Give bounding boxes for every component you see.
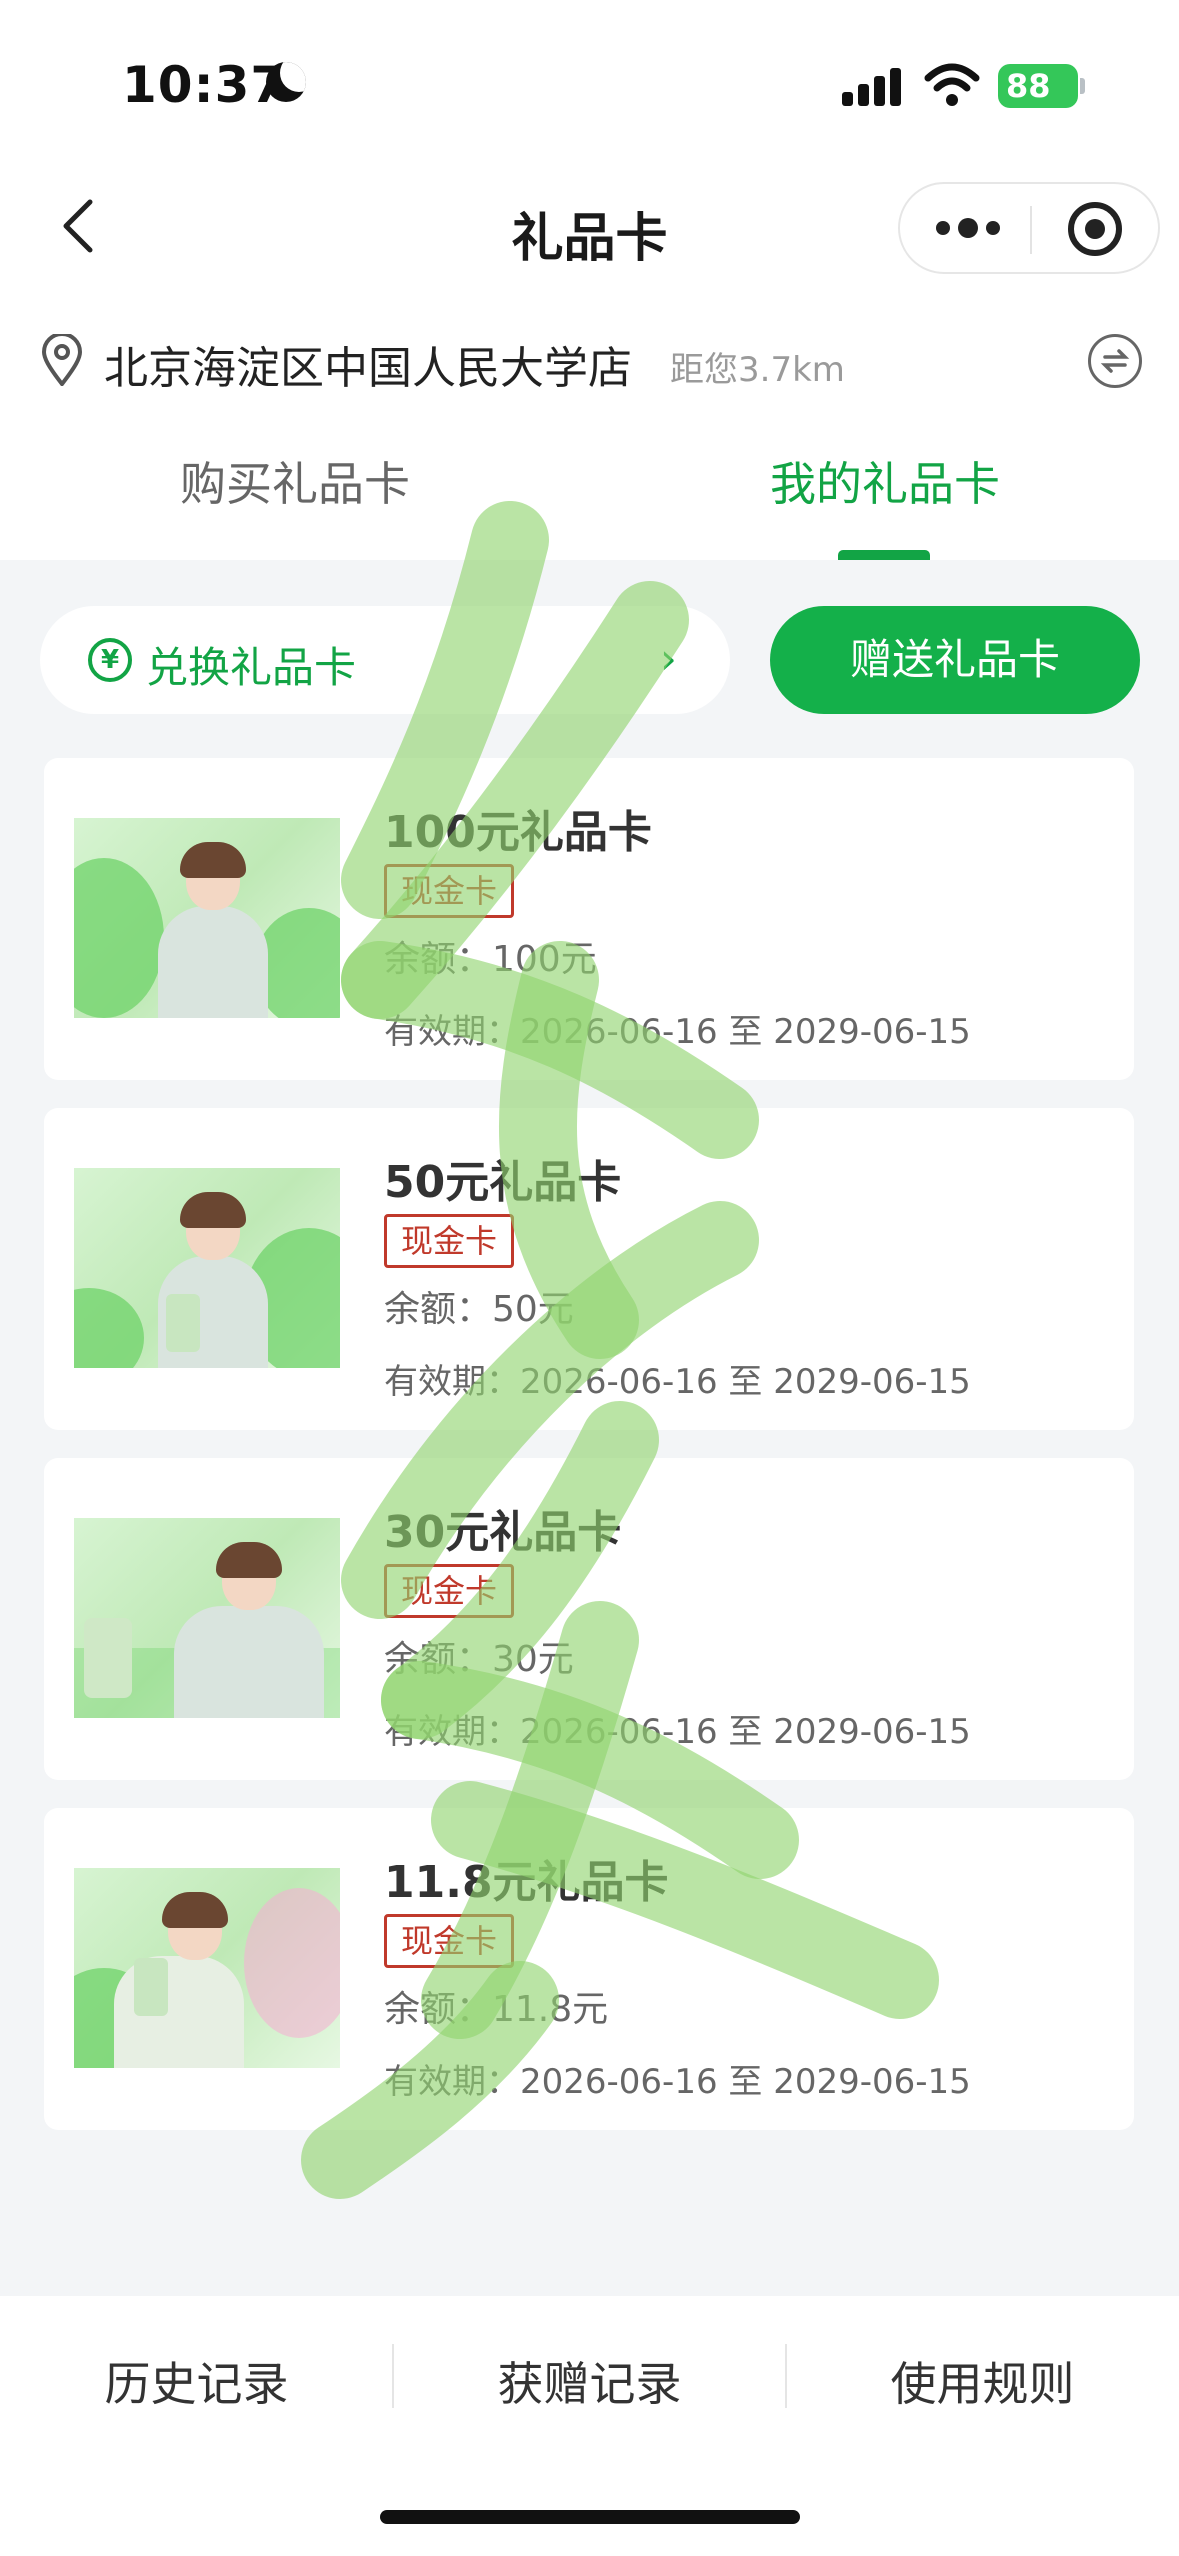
moon-icon: [266, 62, 306, 102]
more-icon[interactable]: [936, 184, 1000, 272]
card-title: 11.8元礼品卡: [384, 1857, 669, 1908]
cash-card-badge: 现金卡: [384, 1564, 515, 1618]
redeem-label: 兑换礼品卡: [146, 643, 357, 692]
card-balance: 余额：30元: [384, 1639, 574, 1680]
capsule-divider: [1030, 206, 1032, 254]
cash-card-badge: 现金卡: [384, 1214, 515, 1268]
gift-card[interactable]: 50元礼品卡 现金卡 余额：50元 有效期：2026-06-16 至 2029-…: [44, 1108, 1134, 1430]
gift-card-image: [74, 1168, 340, 1368]
card-title: 50元礼品卡: [384, 1157, 622, 1208]
gift-card-image: [74, 1868, 340, 2068]
history-record-button[interactable]: 历史记录: [0, 2348, 393, 2414]
gift-card[interactable]: 30元礼品卡 现金卡 余额：30元 有效期：2026-06-16 至 2029-…: [44, 1458, 1134, 1780]
tab-buy-gift-card[interactable]: 购买礼品卡: [180, 448, 410, 514]
card-validity: 有效期：2026-06-16 至 2029-06-15: [384, 2062, 971, 2102]
cellular-signal-icon: [842, 66, 906, 106]
usage-rules-button[interactable]: 使用规则: [786, 2348, 1179, 2414]
battery-icon: 88: [998, 64, 1078, 108]
battery-cap: [1080, 78, 1085, 94]
home-indicator[interactable]: [380, 2510, 800, 2524]
gift-card[interactable]: 11.8元礼品卡 现金卡 余额：11.8元 有效期：2026-06-16 至 2…: [44, 1808, 1134, 2130]
tab-active-indicator: [838, 550, 930, 560]
close-target-icon[interactable]: [1068, 202, 1122, 256]
redeem-gift-card-button[interactable]: ¥ 兑换礼品卡 ›: [40, 606, 730, 714]
store-name[interactable]: 北京海淀区中国人民大学店: [104, 332, 632, 396]
chevron-right-icon: ›: [660, 634, 677, 683]
received-record-button[interactable]: 获赠记录: [393, 2348, 786, 2414]
location-pin-icon: [41, 334, 83, 386]
gift-card-send-button[interactable]: 赠送礼品卡: [770, 606, 1140, 714]
card-title: 30元礼品卡: [384, 1507, 622, 1558]
card-balance: 余额：11.8元: [384, 1989, 609, 2030]
card-validity: 有效期：2026-06-16 至 2029-06-15: [384, 1712, 971, 1752]
store-distance: 距您3.7km: [670, 350, 845, 390]
card-balance: 余额：50元: [384, 1289, 574, 1330]
switch-store-icon[interactable]: [1088, 334, 1142, 388]
cash-card-badge: 现金卡: [384, 1914, 515, 1968]
cash-card-badge: 现金卡: [384, 864, 515, 918]
card-validity: 有效期：2026-06-16 至 2029-06-15: [384, 1012, 971, 1052]
status-time: 10:37: [122, 56, 287, 114]
tab-my-gift-card[interactable]: 我的礼品卡: [770, 448, 1000, 514]
gift-card-image: [74, 1518, 340, 1718]
yuan-exchange-icon: ¥: [88, 638, 132, 682]
card-validity: 有效期：2026-06-16 至 2029-06-15: [384, 1362, 971, 1402]
wifi-icon: [924, 63, 980, 106]
gift-card-image: [74, 818, 340, 1018]
gift-card[interactable]: 100元礼品卡 现金卡 余额：100元 有效期：2026-06-16 至 202…: [44, 758, 1134, 1080]
card-title: 100元礼品卡: [384, 807, 652, 858]
card-balance: 余额：100元: [384, 939, 597, 980]
mini-program-capsule: [898, 182, 1160, 274]
